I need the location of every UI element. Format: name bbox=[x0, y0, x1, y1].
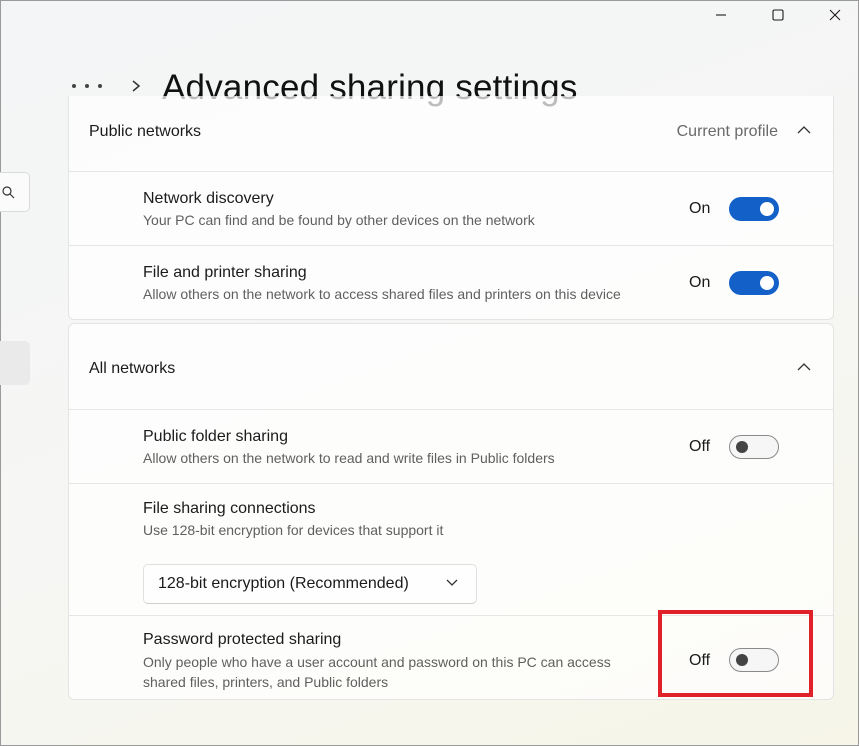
setting-row-public-folder-sharing: Public folder sharing Allow others on th… bbox=[69, 410, 833, 484]
toggle-state-label: Off bbox=[689, 438, 711, 455]
setting-title: File and printer sharing bbox=[143, 264, 307, 281]
public-networks-card: Public networks Current profile Network … bbox=[68, 96, 834, 320]
network-discovery-toggle[interactable] bbox=[729, 197, 779, 221]
maximize-button[interactable] bbox=[749, 0, 807, 30]
chevron-up-icon bbox=[797, 126, 811, 134]
close-icon bbox=[829, 9, 841, 21]
file-printer-sharing-toggle[interactable] bbox=[729, 271, 779, 295]
setting-row-network-discovery: Network discovery Your PC can find and b… bbox=[69, 172, 833, 246]
setting-row-file-printer-sharing: File and printer sharing Allow others on… bbox=[69, 246, 833, 319]
toggle-knob bbox=[760, 202, 774, 216]
close-button[interactable] bbox=[806, 0, 859, 30]
highlight-annotation bbox=[658, 610, 813, 697]
toggle-knob bbox=[736, 441, 748, 453]
current-profile-label: Current profile bbox=[676, 123, 778, 140]
minimize-icon bbox=[716, 14, 726, 16]
setting-title: Network discovery bbox=[143, 190, 274, 207]
setting-title: Public folder sharing bbox=[143, 428, 288, 445]
public-folder-sharing-toggle[interactable] bbox=[729, 435, 779, 459]
setting-description: Your PC can find and be found by other d… bbox=[143, 212, 535, 228]
setting-description: Allow others on the network to access sh… bbox=[143, 286, 621, 302]
more-horizontal-icon[interactable] bbox=[72, 82, 102, 90]
setting-description-line2: shared files, printers, and Public folde… bbox=[143, 674, 389, 690]
dropdown-value: 128-bit encryption (Recommended) bbox=[158, 575, 409, 592]
setting-description: Use 128-bit encryption for devices that … bbox=[143, 522, 444, 538]
chevron-down-icon bbox=[446, 579, 458, 586]
search-box[interactable] bbox=[0, 172, 30, 212]
section-title: Public networks bbox=[89, 123, 202, 140]
section-title: All networks bbox=[89, 360, 176, 377]
setting-title: File sharing connections bbox=[143, 500, 316, 517]
toggle-state-label: On bbox=[689, 274, 711, 291]
nav-selected-item[interactable] bbox=[0, 341, 30, 385]
setting-description: Allow others on the network to read and … bbox=[143, 450, 555, 466]
toggle-knob bbox=[760, 276, 774, 290]
search-icon bbox=[2, 185, 15, 198]
public-networks-header[interactable]: Public networks Current profile bbox=[69, 96, 833, 172]
chevron-up-icon bbox=[797, 363, 811, 371]
chevron-right-icon bbox=[132, 80, 141, 92]
setting-description-line1: Only people who have a user account and … bbox=[143, 654, 611, 670]
setting-title: Password protected sharing bbox=[143, 631, 342, 648]
toggle-state-label: On bbox=[689, 200, 711, 217]
setting-row-file-sharing-connections: File sharing connections Use 128-bit enc… bbox=[69, 484, 833, 616]
encryption-dropdown[interactable]: 128-bit encryption (Recommended) bbox=[143, 564, 477, 604]
all-networks-header[interactable]: All networks bbox=[69, 324, 833, 410]
maximize-icon bbox=[772, 9, 784, 21]
minimize-button[interactable] bbox=[692, 0, 750, 30]
